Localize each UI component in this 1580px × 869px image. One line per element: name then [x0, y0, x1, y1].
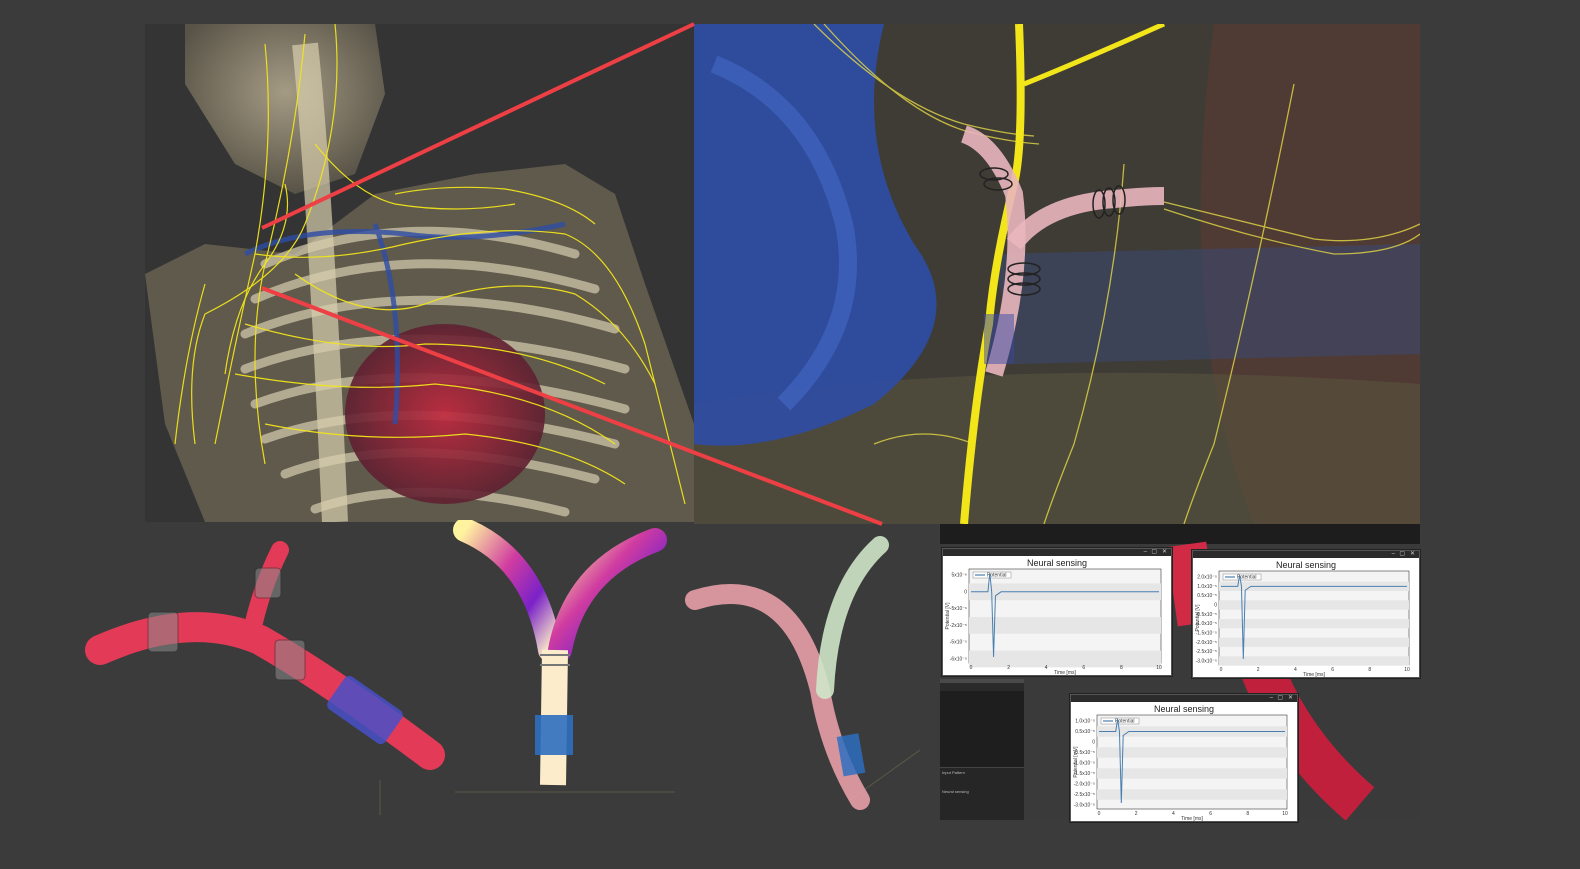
grid-band [1219, 619, 1409, 629]
y-tick-label: -2x10⁻⁵ [950, 623, 967, 629]
x-axis-label: Time [ms] [1181, 816, 1203, 821]
grid-band [1097, 747, 1287, 758]
x-tick-label: 6 [1082, 665, 1085, 671]
y-tick-label: -3.0x10⁻⁵ [1074, 803, 1095, 809]
x-tick-label: 10 [1404, 667, 1410, 673]
grid-band [1219, 637, 1409, 647]
x-tick-label: 0 [1220, 667, 1223, 673]
x-tick-label: 0 [970, 665, 973, 671]
cuff-electrode-model-render [85, 541, 445, 815]
y-tick-label: 1.0x10⁻⁵ [1197, 584, 1217, 590]
anatomy-overview-panel [145, 24, 694, 522]
grid-band [969, 650, 1161, 668]
y-tick-label: 0.5x10⁻⁵ [1197, 593, 1217, 599]
y-tick-label: -3.0x10⁻⁵ [1196, 659, 1217, 665]
x-tick-label: 2 [1007, 665, 1010, 671]
y-tick-label: 0 [964, 589, 967, 595]
y-axis-label: Potential [mV] [1073, 746, 1079, 778]
x-tick-label: 8 [1246, 811, 1249, 817]
y-axis-label: Potential [V] [1195, 604, 1201, 632]
y-tick-label: 1.0x10⁻⁵ [1075, 719, 1095, 725]
plot-window-1[interactable]: ✕ ▢ – Neural sensing 5x10⁻⁶ 0 -5x10⁻⁶ -2x10… [942, 548, 1172, 676]
x-tick-label: 4 [1172, 811, 1175, 817]
x-tick-label: 10 [1282, 811, 1288, 817]
x-tick-label: 0 [1098, 811, 1101, 817]
zoom-detail-panel [694, 24, 1420, 524]
plot-frame [968, 568, 1162, 664]
plot-window-2[interactable]: ✕ ▢ – Neural sensing 2.0x10⁻⁵ 1.0x10⁻⁵ 0.5… [1192, 550, 1420, 678]
grid-band [1097, 789, 1287, 800]
y-tick-label: -2.5x10⁻⁵ [1074, 792, 1095, 798]
x-tick-label: 2 [1135, 811, 1138, 817]
y-tick-label: 2.0x10⁻⁵ [1197, 575, 1217, 581]
y-tick-label: 5x10⁻⁶ [951, 573, 967, 579]
y-tick-label: -2.0x10⁻⁵ [1074, 782, 1095, 788]
x-tick-label: 8 [1120, 665, 1123, 671]
plot-window-3[interactable]: ✕ ▢ – Neural sensing 1.0x10⁻⁵ 0.5x10⁻⁵ 0 -0… [1070, 694, 1298, 822]
x-tick-label: 8 [1368, 667, 1371, 673]
x-tick-label: 6 [1331, 667, 1334, 673]
field-heatmap-render [453, 520, 675, 793]
y-tick-label: 0 [1092, 740, 1095, 746]
grid-band [1219, 656, 1409, 666]
y-tick-label: -2.5x10⁻⁵ [1196, 649, 1217, 655]
y-tick-label: 0 [1214, 603, 1217, 609]
x-axis-label: Time [ms] [1054, 670, 1076, 675]
x-tick-label: 4 [1045, 665, 1048, 671]
y-tick-label: -5x10⁻⁵ [950, 640, 967, 646]
x-tick-label: 4 [1294, 667, 1297, 673]
thorax-nerve-anatomy-render [145, 24, 694, 522]
plot-area-2: 2.0x10⁻⁵1.0x10⁻⁵0.5x10⁻⁵0-0.5x10⁻⁵-1.0x1… [1195, 570, 1410, 677]
y-tick-label: -5x10⁻⁶ [950, 606, 967, 612]
y-axis-label: Potential [V] [945, 602, 951, 630]
x-axis-label: Time [ms] [1303, 672, 1325, 677]
plot-area-3: 1.0x10⁻⁵0.5x10⁻⁵0-0.5x10⁻⁵-1.0x10⁻⁵-1.5x… [1073, 714, 1288, 821]
x-tick-label: 2 [1257, 667, 1260, 673]
nerve-cuff-electrode-zoom-render [694, 24, 1420, 524]
plot-area-1: 5x10⁻⁶0-5x10⁻⁶-2x10⁻⁵-5x10⁻⁵-6x10⁻⁵0 2 4 6 8… [945, 568, 1162, 675]
grid-band [969, 617, 1161, 634]
grid-band [1219, 600, 1409, 610]
x-tick-label: 6 [1209, 811, 1212, 817]
x-tick-label: 10 [1156, 665, 1162, 671]
y-tick-label: -6x10⁻⁵ [950, 657, 967, 663]
y-tick-label: 0.5x10⁻⁵ [1075, 729, 1095, 735]
y-tick-label: -2.0x10⁻⁵ [1196, 640, 1217, 646]
grid-band [1097, 768, 1287, 779]
fiber-model-render [685, 536, 921, 810]
